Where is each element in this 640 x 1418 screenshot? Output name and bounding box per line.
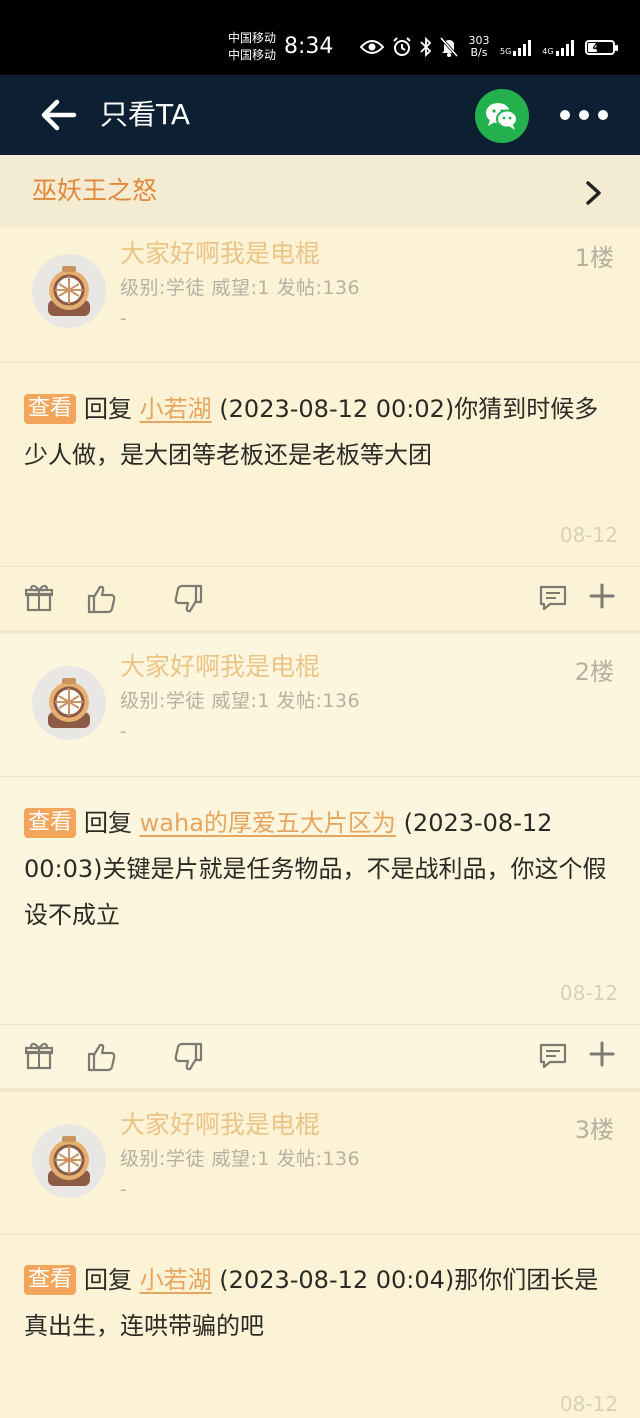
gift-icon[interactable] [25, 1041, 53, 1071]
author-name[interactable]: 大家好啊我是电棍 [120, 651, 320, 683]
app-bar: 只看TA [0, 75, 640, 155]
wechat-icon [486, 103, 518, 130]
sim1-label: 5G [500, 47, 512, 56]
comment-icon[interactable] [538, 1041, 568, 1071]
view-tag[interactable]: 查看 [24, 394, 77, 424]
alarm-icon [392, 37, 412, 57]
carrier-2: 中国移动 [228, 48, 277, 62]
thumbs-up-icon[interactable] [86, 583, 118, 615]
diver-helmet-icon [32, 254, 106, 328]
back-arrow-icon[interactable] [38, 97, 78, 133]
floor-number: 3楼 [574, 1116, 614, 1144]
battery-level: 44 [592, 41, 607, 53]
reply-prefix: 回复 [84, 809, 133, 837]
post-date: 08-12 [559, 981, 618, 1005]
comment-icon[interactable] [538, 583, 568, 613]
divider [0, 1234, 640, 1235]
thumbs-down-icon[interactable] [172, 1041, 204, 1073]
post-item: 大家好啊我是电棍 级别:学徒 威望:1 发帖:136 - 1楼 查看 回复 小若湖… [0, 228, 640, 632]
divider [0, 776, 640, 777]
battery-icon: 44 [584, 39, 618, 55]
mute-bell-icon [440, 37, 458, 57]
reply-prefix: 回复 [84, 1266, 133, 1294]
post-date: 08-12 [559, 1392, 618, 1416]
signal-bars-icon [513, 40, 532, 56]
post-content: 查看 回复 waha的厚爱五大片区为 (2023-08-12 00:03)关键是片… [24, 800, 620, 938]
reply-user-link[interactable]: waha的厚爱五大片区为 [140, 809, 396, 837]
post-content: 查看 回复 小若湖 (2023-08-12 00:04)那你们团长是真出生，连哄带… [24, 1257, 620, 1349]
diver-helmet-icon [32, 666, 106, 740]
eye-icon [360, 39, 384, 55]
diver-helmet-icon [32, 1124, 106, 1198]
author-meta: 级别:学徒 威望:1 发帖:136 [120, 1148, 361, 1170]
status-time: 8:34 [284, 34, 334, 59]
thumbs-up-icon[interactable] [86, 1041, 118, 1073]
post-date: 08-12 [559, 523, 618, 547]
status-bar: 中国移动 中国移动 8:34 303 B/s 5G 4G 44 [0, 0, 640, 75]
avatar[interactable] [32, 666, 106, 740]
more-dots-icon [560, 110, 608, 120]
plus-icon[interactable] [589, 583, 615, 609]
floor-number: 1楼 [574, 244, 614, 272]
plus-icon[interactable] [589, 1041, 615, 1067]
avatar[interactable] [32, 254, 106, 328]
view-tag[interactable]: 查看 [24, 1265, 77, 1295]
author-name[interactable]: 大家好啊我是电棍 [120, 238, 320, 270]
network-speed: 303 B/s [466, 35, 492, 59]
net-speed-unit: B/s [470, 46, 488, 59]
page-title: 只看TA [100, 98, 191, 131]
divider [0, 362, 640, 363]
reply-user-link[interactable]: 小若湖 [140, 395, 212, 423]
bluetooth-icon [420, 37, 432, 57]
reply-prefix: 回复 [84, 395, 133, 423]
author-meta: 级别:学徒 威望:1 发帖:136 [120, 690, 361, 712]
sim2-label: 4G [542, 47, 554, 56]
signal-sim2: 4G [542, 38, 576, 56]
carrier-1: 中国移动 [228, 31, 277, 45]
author-signature: - [120, 308, 127, 329]
author-name[interactable]: 大家好啊我是电棍 [120, 1109, 320, 1141]
author-signature: - [120, 721, 127, 742]
thumbs-down-icon[interactable] [172, 583, 204, 615]
post-item: 大家好啊我是电棍 级别:学徒 威望:1 发帖:136 - 2楼 查看 回复 wah… [0, 634, 640, 1090]
reply-user-link[interactable]: 小若湖 [140, 1266, 212, 1294]
post-item: 大家好啊我是电棍 级别:学徒 威望:1 发帖:136 - 3楼 查看 回复 小若湖… [0, 1092, 640, 1416]
gift-icon[interactable] [25, 583, 53, 613]
signal-bars-icon [555, 40, 574, 56]
status-icons: 303 B/s 5G 4G 44 [360, 35, 618, 59]
forum-header[interactable]: 巫妖王之怒 [0, 155, 640, 228]
author-meta: 级别:学徒 威望:1 发帖:136 [120, 277, 361, 299]
chevron-right-icon [586, 181, 601, 205]
avatar[interactable] [32, 1124, 106, 1198]
more-menu-button[interactable] [556, 105, 612, 125]
author-signature: - [120, 1179, 127, 1200]
carrier-info: 中国移动 中国移动 [228, 30, 276, 64]
post-content: 查看 回复 小若湖 (2023-08-12 00:02)你猜到时候多少人做，是大团… [24, 386, 620, 478]
floor-number: 2楼 [574, 658, 614, 686]
action-bar [0, 1024, 640, 1089]
action-bar [0, 566, 640, 631]
view-tag[interactable]: 查看 [24, 808, 77, 838]
wechat-share-button[interactable] [475, 89, 529, 143]
forum-name: 巫妖王之怒 [32, 176, 158, 205]
signal-sim1: 5G [500, 38, 534, 56]
